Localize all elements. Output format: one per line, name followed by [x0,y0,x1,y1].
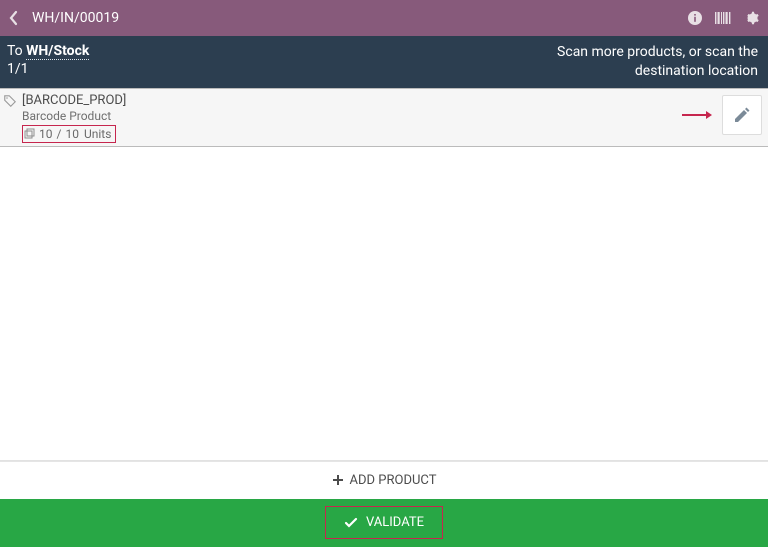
tag-icon [4,95,18,107]
product-name: Barcode Product [22,109,766,123]
scan-hint-line2: destination location [89,62,758,81]
scan-hint-line1: Scan more products, or scan the [89,43,758,62]
barcode-button[interactable] [712,7,734,29]
pencil-icon [732,105,752,125]
settings-button[interactable] [740,7,762,29]
validate-bar: VALIDATE [0,499,768,547]
plus-icon [332,474,344,486]
arrow-annotation [680,108,714,122]
barcode-icon [714,11,732,25]
info-icon [687,10,703,26]
product-line[interactable]: [BARCODE_PROD] Barcode Product 10 / 10 U… [0,88,768,147]
validate-label: VALIDATE [366,515,424,530]
scan-hint: Scan more products, or scan the destinat… [89,43,758,81]
sub-header: To WH/Stock 1/1 Scan more products, or s… [0,36,768,88]
chevron-left-icon [8,10,20,26]
edit-line-button[interactable] [722,95,762,135]
pager: 1/1 [7,61,89,77]
qty-done: 10 [39,127,53,141]
quantity-badge: 10 / 10 Units [22,125,116,143]
to-location-link[interactable]: WH/Stock [26,43,89,60]
document-title: WH/IN/00019 [32,10,119,26]
gear-icon [743,10,759,26]
package-icon [24,128,36,140]
product-reference: [BARCODE_PROD] [22,93,766,108]
info-button[interactable] [684,7,706,29]
to-label: To [7,43,23,59]
qty-separator: / [57,127,62,141]
product-list: [BARCODE_PROD] Barcode Product 10 / 10 U… [0,88,768,461]
top-bar: WH/IN/00019 [0,0,768,36]
add-product-button[interactable]: ADD PRODUCT [0,461,768,499]
qty-total: 10 [65,127,79,141]
validate-button[interactable]: VALIDATE [325,506,443,539]
qty-uom: Units [84,127,111,141]
add-product-label: ADD PRODUCT [350,473,437,488]
back-button[interactable] [4,8,24,28]
check-icon [344,516,358,530]
